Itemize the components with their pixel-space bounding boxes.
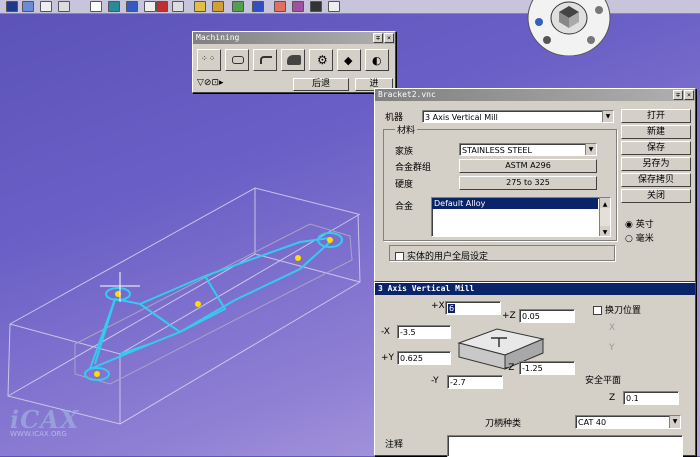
add-icon[interactable] bbox=[90, 1, 102, 12]
machine-tool-button[interactable]: ⚙ bbox=[309, 49, 333, 71]
render-icon[interactable] bbox=[172, 1, 184, 12]
radio-checked-icon[interactable]: ◉ bbox=[625, 220, 633, 230]
grid-icon[interactable] bbox=[22, 1, 34, 12]
holder-select[interactable]: CAT 40 ▼ bbox=[575, 415, 681, 429]
checkbox-box[interactable] bbox=[593, 306, 602, 315]
fixture-tool-button[interactable]: ◆ bbox=[337, 49, 361, 71]
display-icon[interactable] bbox=[252, 1, 264, 12]
chevron-down-icon[interactable]: ▼ bbox=[669, 416, 680, 428]
unit-inch-radio[interactable]: ◉ 英寸 bbox=[625, 217, 654, 230]
pocket-tool-button[interactable] bbox=[225, 49, 249, 71]
layer-icon[interactable] bbox=[108, 1, 120, 12]
hardness-button[interactable]: 275 to 325 bbox=[459, 176, 597, 190]
chevron-down-icon[interactable]: ▼ bbox=[602, 111, 613, 122]
checkbox-frame bbox=[389, 245, 615, 261]
minus-y-input[interactable]: -2.7 bbox=[447, 375, 503, 389]
zoom-icon[interactable] bbox=[212, 1, 224, 12]
shade-icon[interactable] bbox=[144, 1, 156, 12]
plus-z-input[interactable]: 0.05 bbox=[519, 309, 575, 323]
mill-titlebar[interactable]: 3 Axis Vertical Mill bbox=[375, 283, 695, 295]
y-label: Y bbox=[609, 343, 615, 353]
alloy-group-button[interactable]: ASTM A296 bbox=[459, 159, 597, 173]
new-file-icon[interactable] bbox=[6, 1, 18, 12]
contour-tool-button[interactable] bbox=[253, 49, 277, 71]
simulate-tool-button[interactable]: ◐ bbox=[365, 49, 389, 71]
family-select[interactable]: STAINLESS STEEL ▼ bbox=[459, 143, 597, 156]
machining-titlebar[interactable]: Machining ∓ × bbox=[193, 32, 395, 44]
close-icon[interactable]: × bbox=[384, 33, 394, 43]
notes-label: 注释 bbox=[385, 440, 404, 450]
machining-toolbar: Machining ∓ × ⁘⁘ ⚙ ◆ ◐ ▽⊘⊡▸ 后退 进 bbox=[192, 31, 396, 93]
pin-icon[interactable]: ∓ bbox=[673, 90, 683, 100]
measure-icon[interactable] bbox=[126, 1, 138, 12]
save-copy-button[interactable]: 保存拷贝 bbox=[621, 173, 691, 187]
hardness-label: 硬度 bbox=[395, 180, 414, 190]
x-label: X bbox=[609, 323, 616, 333]
bracket-window: Bracket2.vnc ∓ × 机器 3 Axis Vertical Mill… bbox=[374, 88, 696, 282]
alloy-list[interactable]: Default Alloy ▲ ▼ bbox=[431, 197, 611, 237]
plus-z-label: +Z bbox=[502, 311, 516, 321]
plus-x-input[interactable]: 6 bbox=[445, 301, 501, 315]
holder-label: 刀柄种类 bbox=[485, 419, 522, 429]
filter-icon[interactable]: ▽⊘⊡▸ bbox=[197, 78, 224, 88]
minus-x-input[interactable]: -3.5 bbox=[397, 325, 451, 339]
z-label: Z bbox=[609, 393, 616, 403]
alloy-list-item[interactable]: Default Alloy bbox=[432, 198, 598, 209]
open-button[interactable]: 打开 bbox=[621, 109, 691, 123]
color-icon[interactable] bbox=[156, 1, 168, 12]
tool-change-checkbox[interactable]: 换刀位置 bbox=[593, 303, 641, 316]
plus-y-label: +Y bbox=[381, 353, 395, 363]
alloy-scrollbar[interactable]: ▲ ▼ bbox=[599, 198, 610, 236]
close-button[interactable]: 关闭 bbox=[621, 189, 691, 203]
machine-select[interactable]: 3 Axis Vertical Mill ▼ bbox=[422, 110, 614, 123]
material-icon[interactable] bbox=[232, 1, 244, 12]
origin-marker-icon bbox=[100, 272, 140, 302]
z-input[interactable]: 0.1 bbox=[623, 391, 679, 405]
unit-mm-radio[interactable]: ○ 毫米 bbox=[625, 231, 654, 244]
machine-label: 机器 bbox=[385, 113, 404, 123]
minus-y-label: -Y bbox=[431, 376, 439, 386]
mill-title: 3 Axis Vertical Mill bbox=[378, 284, 475, 293]
close-icon[interactable]: × bbox=[684, 90, 694, 100]
radio-unchecked-icon[interactable]: ○ bbox=[625, 234, 633, 244]
plus-y-input[interactable]: 0.625 bbox=[397, 351, 451, 365]
back-button[interactable]: 后退 bbox=[293, 78, 349, 91]
bracket-titlebar[interactable]: Bracket2.vnc ∓ × bbox=[375, 89, 695, 101]
rotate-icon[interactable] bbox=[194, 1, 206, 12]
save-as-button[interactable]: 另存为 bbox=[621, 157, 691, 171]
pointer-icon[interactable] bbox=[310, 1, 322, 12]
snap-icon[interactable] bbox=[292, 1, 304, 12]
pin-icon[interactable]: ∓ bbox=[373, 33, 383, 43]
family-label: 家族 bbox=[395, 147, 414, 157]
minus-x-label: -X bbox=[381, 327, 390, 337]
alloy-group-label: 合金群组 bbox=[395, 163, 432, 173]
part-outline bbox=[74, 223, 353, 385]
material-group-label: 材料 bbox=[395, 123, 418, 136]
minus-z-input[interactable]: -1.25 bbox=[519, 361, 575, 375]
mill-panel: 3 Axis Vertical Mill +X 6 +Z 0.05 -X -3.… bbox=[374, 282, 696, 457]
alloy-label: 合金 bbox=[395, 202, 414, 212]
surface-tool-button[interactable] bbox=[281, 49, 305, 71]
stock-wireframe bbox=[7, 187, 361, 425]
plus-x-label: +X bbox=[431, 301, 445, 311]
help-icon[interactable] bbox=[328, 1, 340, 12]
drill-tool-button[interactable]: ⁘⁘ bbox=[197, 49, 221, 71]
view-dial[interactable] bbox=[527, 0, 611, 57]
toolpath bbox=[84, 232, 343, 381]
safe-plane-label: 安全平面 bbox=[585, 376, 622, 386]
save-button[interactable]: 保存 bbox=[621, 141, 691, 155]
minus-z-label: -Z bbox=[505, 363, 515, 373]
bracket-title: Bracket2.vnc bbox=[378, 90, 436, 99]
new-button[interactable]: 新建 bbox=[621, 125, 691, 139]
box-icon[interactable] bbox=[58, 1, 70, 12]
watermark-logo: iCAX WWW.ICAX.ORG bbox=[10, 405, 80, 438]
edit-icon[interactable] bbox=[274, 1, 286, 12]
chevron-down-icon[interactable]: ▼ bbox=[585, 144, 596, 155]
machining-title: Machining bbox=[196, 33, 240, 42]
open-icon[interactable] bbox=[40, 1, 52, 12]
notes-textarea[interactable] bbox=[447, 435, 683, 457]
